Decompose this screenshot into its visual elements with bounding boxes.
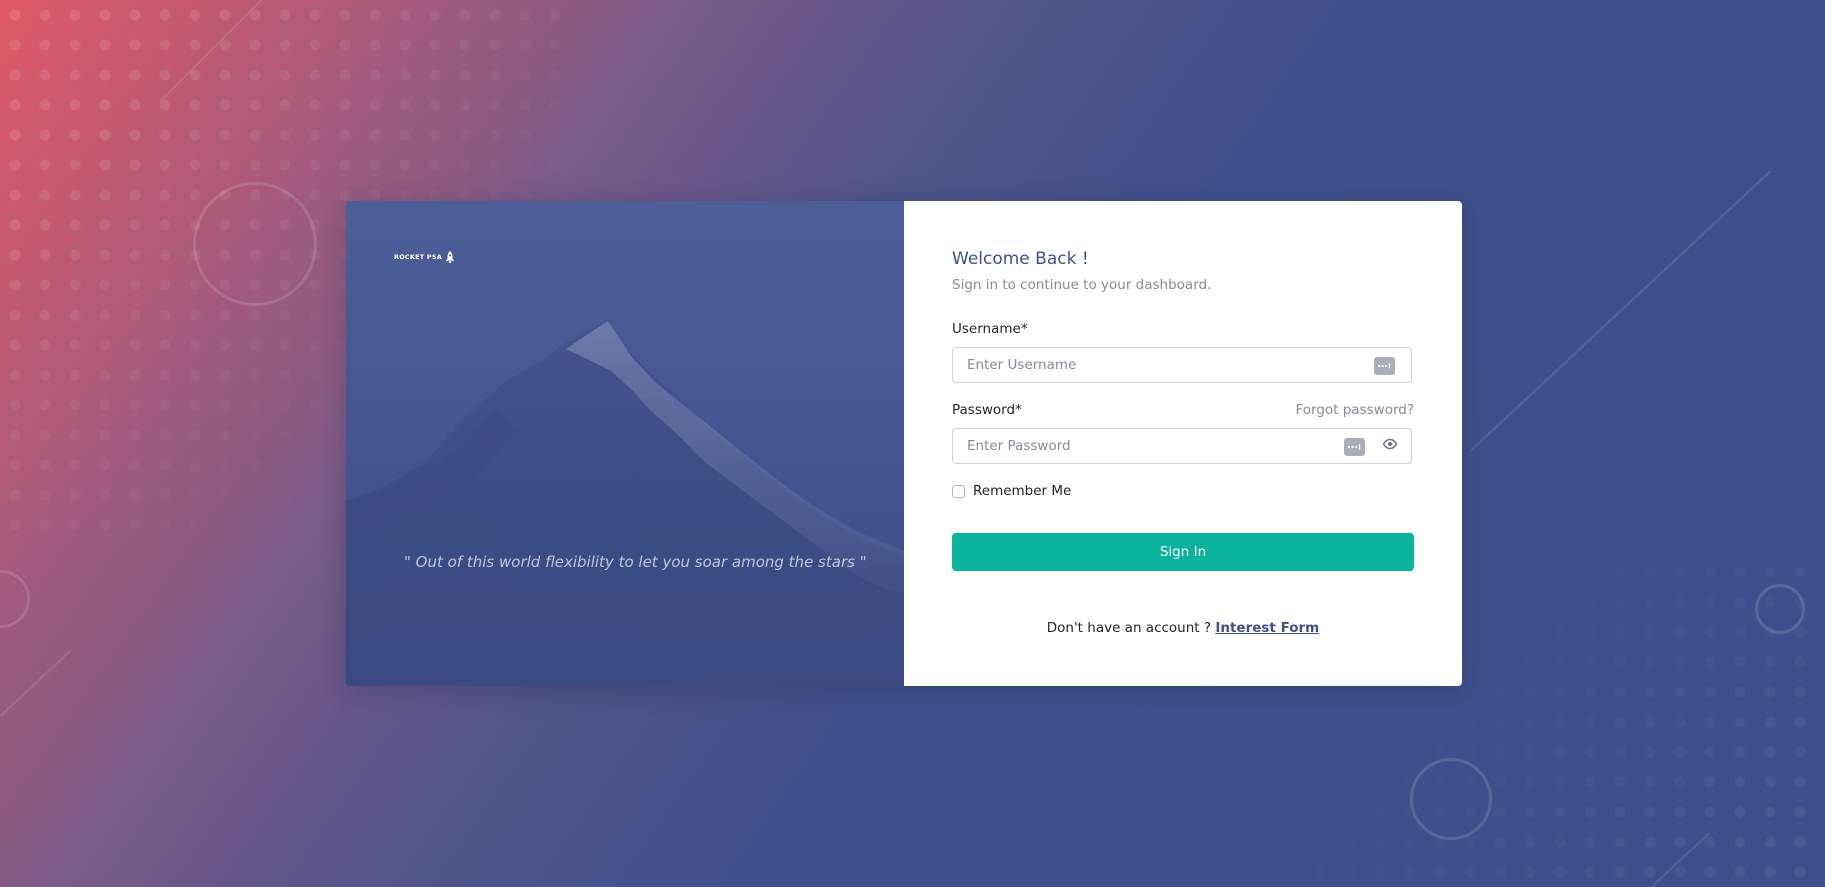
sign-in-button[interactable]: Sign In	[952, 533, 1414, 571]
brand-quote: " Out of this world flexibility to let y…	[404, 553, 867, 571]
decorative-ring	[0, 570, 30, 628]
signup-prompt-text: Don't have an account ?	[1046, 620, 1212, 636]
remember-me-label: Remember Me	[973, 483, 1072, 499]
password-input[interactable]	[967, 429, 1307, 463]
logo-text: ROCKET PSA	[394, 253, 442, 261]
mountain-image	[346, 321, 904, 686]
brand-logo: ROCKET PSA	[394, 251, 455, 263]
decorative-ring	[1755, 584, 1805, 634]
decorative-ring	[193, 182, 317, 306]
decorative-line	[0, 649, 72, 717]
username-label: Username*	[952, 321, 1028, 337]
decorative-ring	[1410, 758, 1492, 840]
interest-form-link[interactable]: Interest Form	[1215, 620, 1319, 636]
eye-icon[interactable]	[1382, 436, 1398, 452]
page-title: Welcome Back !	[952, 249, 1089, 269]
password-manager-icon[interactable]	[1344, 438, 1365, 456]
login-form-panel: Welcome Back ! Sign in to continue to yo…	[904, 201, 1462, 686]
signup-prompt: Don't have an account ? Interest Form	[904, 620, 1462, 636]
remember-me[interactable]: Remember Me	[952, 483, 1071, 499]
username-input[interactable]	[967, 348, 1347, 382]
remember-me-checkbox[interactable]	[952, 484, 965, 498]
login-card: ROCKET PSA " Out of this world flexibili…	[346, 201, 1462, 686]
rocket-icon	[446, 251, 454, 263]
password-field-wrapper	[952, 428, 1412, 464]
forgot-password-link[interactable]: Forgot password?	[1295, 402, 1414, 418]
page-subtitle: Sign in to continue to your dashboard.	[952, 277, 1212, 293]
decorative-line	[1470, 170, 1772, 452]
username-field-wrapper	[952, 347, 1412, 383]
password-manager-icon[interactable]	[1374, 357, 1395, 375]
password-label: Password*	[952, 402, 1022, 418]
brand-panel: ROCKET PSA " Out of this world flexibili…	[346, 201, 904, 686]
